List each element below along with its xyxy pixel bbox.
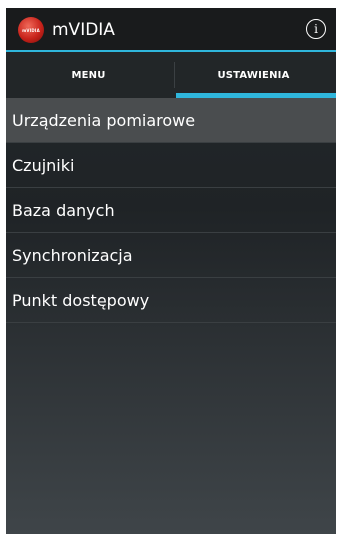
list-item-access-point[interactable]: Punkt dostępowy	[6, 278, 336, 323]
tab-bar: MENU USTAWIENIA	[6, 52, 336, 98]
list-item-measuring-devices[interactable]: Urządzenia pomiarowe	[6, 98, 336, 143]
action-bar: mVIDIA mVIDIA i	[6, 8, 336, 52]
tab-settings-label: USTAWIENIA	[217, 69, 290, 81]
tab-menu[interactable]: MENU	[6, 52, 171, 98]
logo-text: mVIDIA	[22, 27, 40, 33]
app-logo-icon: mVIDIA	[18, 17, 44, 43]
tab-menu-label: MENU	[71, 69, 106, 81]
list-item-label: Baza danych	[12, 200, 115, 220]
list-item-label: Synchronizacja	[12, 245, 133, 265]
list-item-label: Czujniki	[12, 155, 75, 175]
list-item-label: Urządzenia pomiarowe	[12, 110, 196, 130]
list-item-database[interactable]: Baza danych	[6, 188, 336, 233]
app-screen: mVIDIA mVIDIA i MENU USTAWIENIA Urządzen…	[6, 8, 336, 534]
tab-settings[interactable]: USTAWIENIA	[171, 52, 336, 98]
list-item-label: Punkt dostępowy	[12, 290, 150, 310]
settings-list: Urządzenia pomiarowe Czujniki Baza danyc…	[6, 98, 336, 323]
list-item-synchronization[interactable]: Synchronizacja	[6, 233, 336, 278]
list-item-sensors[interactable]: Czujniki	[6, 143, 336, 188]
app-title: mVIDIA	[52, 20, 115, 40]
info-icon[interactable]: i	[306, 19, 326, 39]
